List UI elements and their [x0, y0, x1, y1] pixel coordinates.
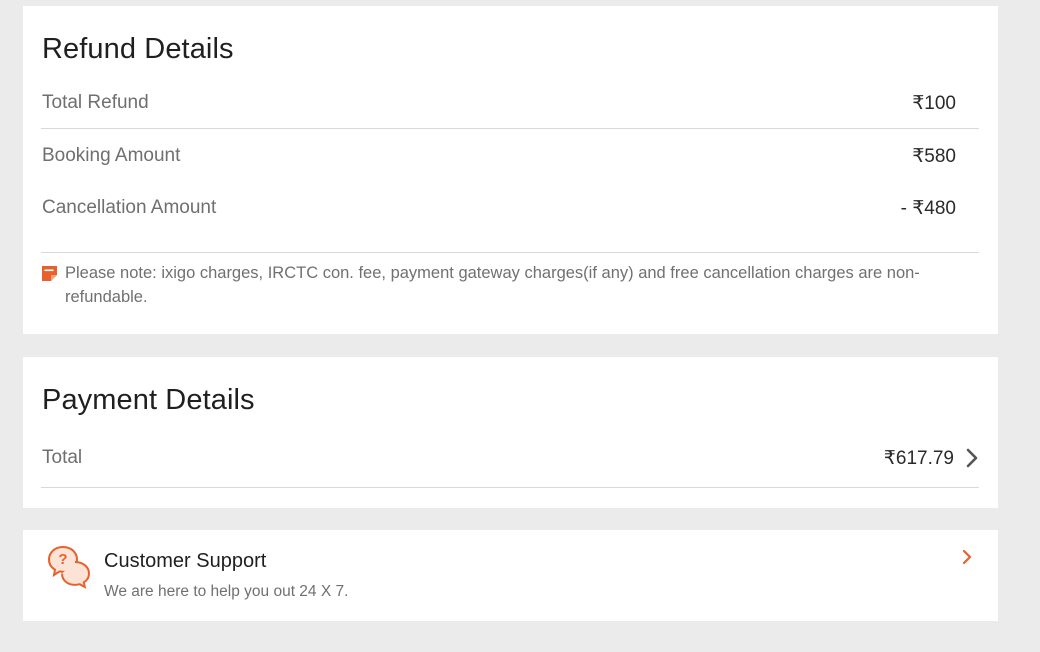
payment-details-card[interactable]: Payment Details Total ₹617.79: [23, 357, 998, 508]
total-refund-value: ₹100: [912, 93, 956, 114]
refund-divider-top: [41, 128, 979, 129]
payment-total-value: ₹617.79: [883, 448, 954, 469]
svg-text:?: ?: [58, 551, 67, 568]
chevron-right-icon[interactable]: [961, 549, 973, 565]
payment-divider: [41, 487, 979, 488]
refund-divider-bottom: [41, 252, 979, 253]
chevron-right-icon[interactable]: [965, 448, 979, 468]
customer-support-card[interactable]: ? Customer Support We are here to help y…: [23, 530, 998, 621]
payment-details-title: Payment Details: [42, 384, 255, 416]
cancellation-amount-value: - ₹480: [900, 198, 956, 219]
customer-support-subtitle: We are here to help you out 24 X 7.: [104, 583, 349, 600]
sticky-note-icon: [42, 266, 57, 281]
customer-support-title: Customer Support: [104, 550, 267, 572]
booking-amount-label: Booking Amount: [42, 145, 181, 166]
refund-details-title: Refund Details: [42, 33, 234, 65]
payment-total-label: Total: [42, 447, 83, 468]
help-chat-icon: ?: [47, 545, 91, 589]
total-refund-label: Total Refund: [42, 92, 149, 113]
cancellation-amount-label: Cancellation Amount: [42, 197, 217, 218]
booking-amount-value: ₹580: [912, 146, 956, 167]
refund-details-card: Refund Details Total Refund ₹100 Booking…: [23, 6, 998, 334]
refund-note: Please note: ixigo charges, IRCTC con. f…: [65, 264, 920, 306]
